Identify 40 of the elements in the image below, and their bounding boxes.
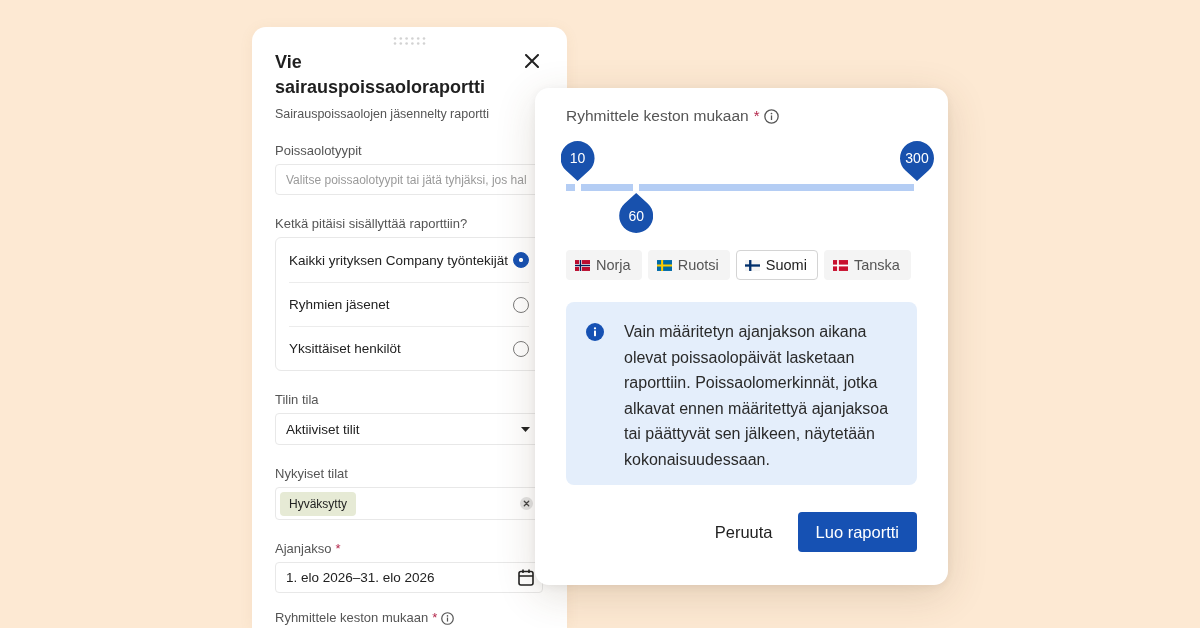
caret-icon	[521, 426, 530, 432]
field-label: Ajanjakso	[275, 541, 332, 557]
country-chip[interactable]: Suomi	[735, 250, 818, 280]
field-label: Poissaolotyypit	[275, 143, 363, 159]
dialog-subtitle: Sairauspoissaolojen jäsennelty raportti	[275, 106, 490, 122]
date-range-field[interactable]: 1. elo 2026–31. elo 2026	[275, 562, 543, 593]
calendar-icon	[518, 569, 534, 586]
dialog-title: Vie sairauspoissaoloraportti	[275, 51, 487, 99]
country-chip[interactable]: Tanska	[823, 250, 911, 280]
field-label: Nykyiset tilat	[275, 466, 349, 482]
option-label: Ryhmien jäsenet	[289, 297, 390, 312]
option-label: Yksittäiset henkilöt	[289, 341, 401, 356]
info-text: Vain määritetyn ajanjakson aikana olevat poissaolopäivät lasketaan raporttiin. Poissaolomerkinnät, jotka alkavat ennen määritettyä ajanjaksoa tai päättyvät sen jälkeen, näytetään kokonaisuudessaan.	[624, 322, 890, 470]
status-chip[interactable]: Hyväksytty	[280, 491, 356, 516]
create-report-button[interactable]: Luo raportti	[797, 512, 917, 552]
slider-handle[interactable]: 10	[560, 141, 595, 181]
required-mark: *	[432, 610, 438, 626]
info-icon[interactable]	[441, 611, 455, 625]
field-label: Ketkä pitäisi sisällyttää raporttiin?	[275, 216, 469, 232]
field-label: Tilin tila	[275, 392, 320, 408]
slider-handle[interactable]: 60	[619, 193, 654, 233]
close-icon	[525, 54, 539, 68]
slider-handle[interactable]: 300	[900, 141, 934, 181]
clear-icon[interactable]	[520, 497, 533, 510]
field-label: Ryhmittele keston mukaan	[566, 106, 749, 126]
radio-button[interactable]	[513, 252, 529, 268]
danish-flag-icon	[832, 259, 848, 271]
option-label: Kaikki yrityksen Company työntekijät	[289, 252, 509, 268]
required-mark: *	[335, 541, 341, 557]
norwegian-flag-icon	[575, 259, 590, 271]
country-chip[interactable]: Norja	[566, 250, 642, 280]
country-chip[interactable]: Ruotsi	[647, 250, 730, 280]
swedish-flag-icon	[656, 259, 672, 271]
cancel-button[interactable]: Peruuta	[698, 512, 789, 552]
required-mark: *	[753, 108, 760, 124]
info-icon	[586, 323, 604, 341]
info-icon[interactable]	[764, 108, 780, 124]
field-label: Ryhmittele keston mukaan	[275, 610, 429, 626]
finnish-flag-icon	[744, 259, 760, 271]
drag-handle-icon[interactable]	[392, 37, 426, 45]
